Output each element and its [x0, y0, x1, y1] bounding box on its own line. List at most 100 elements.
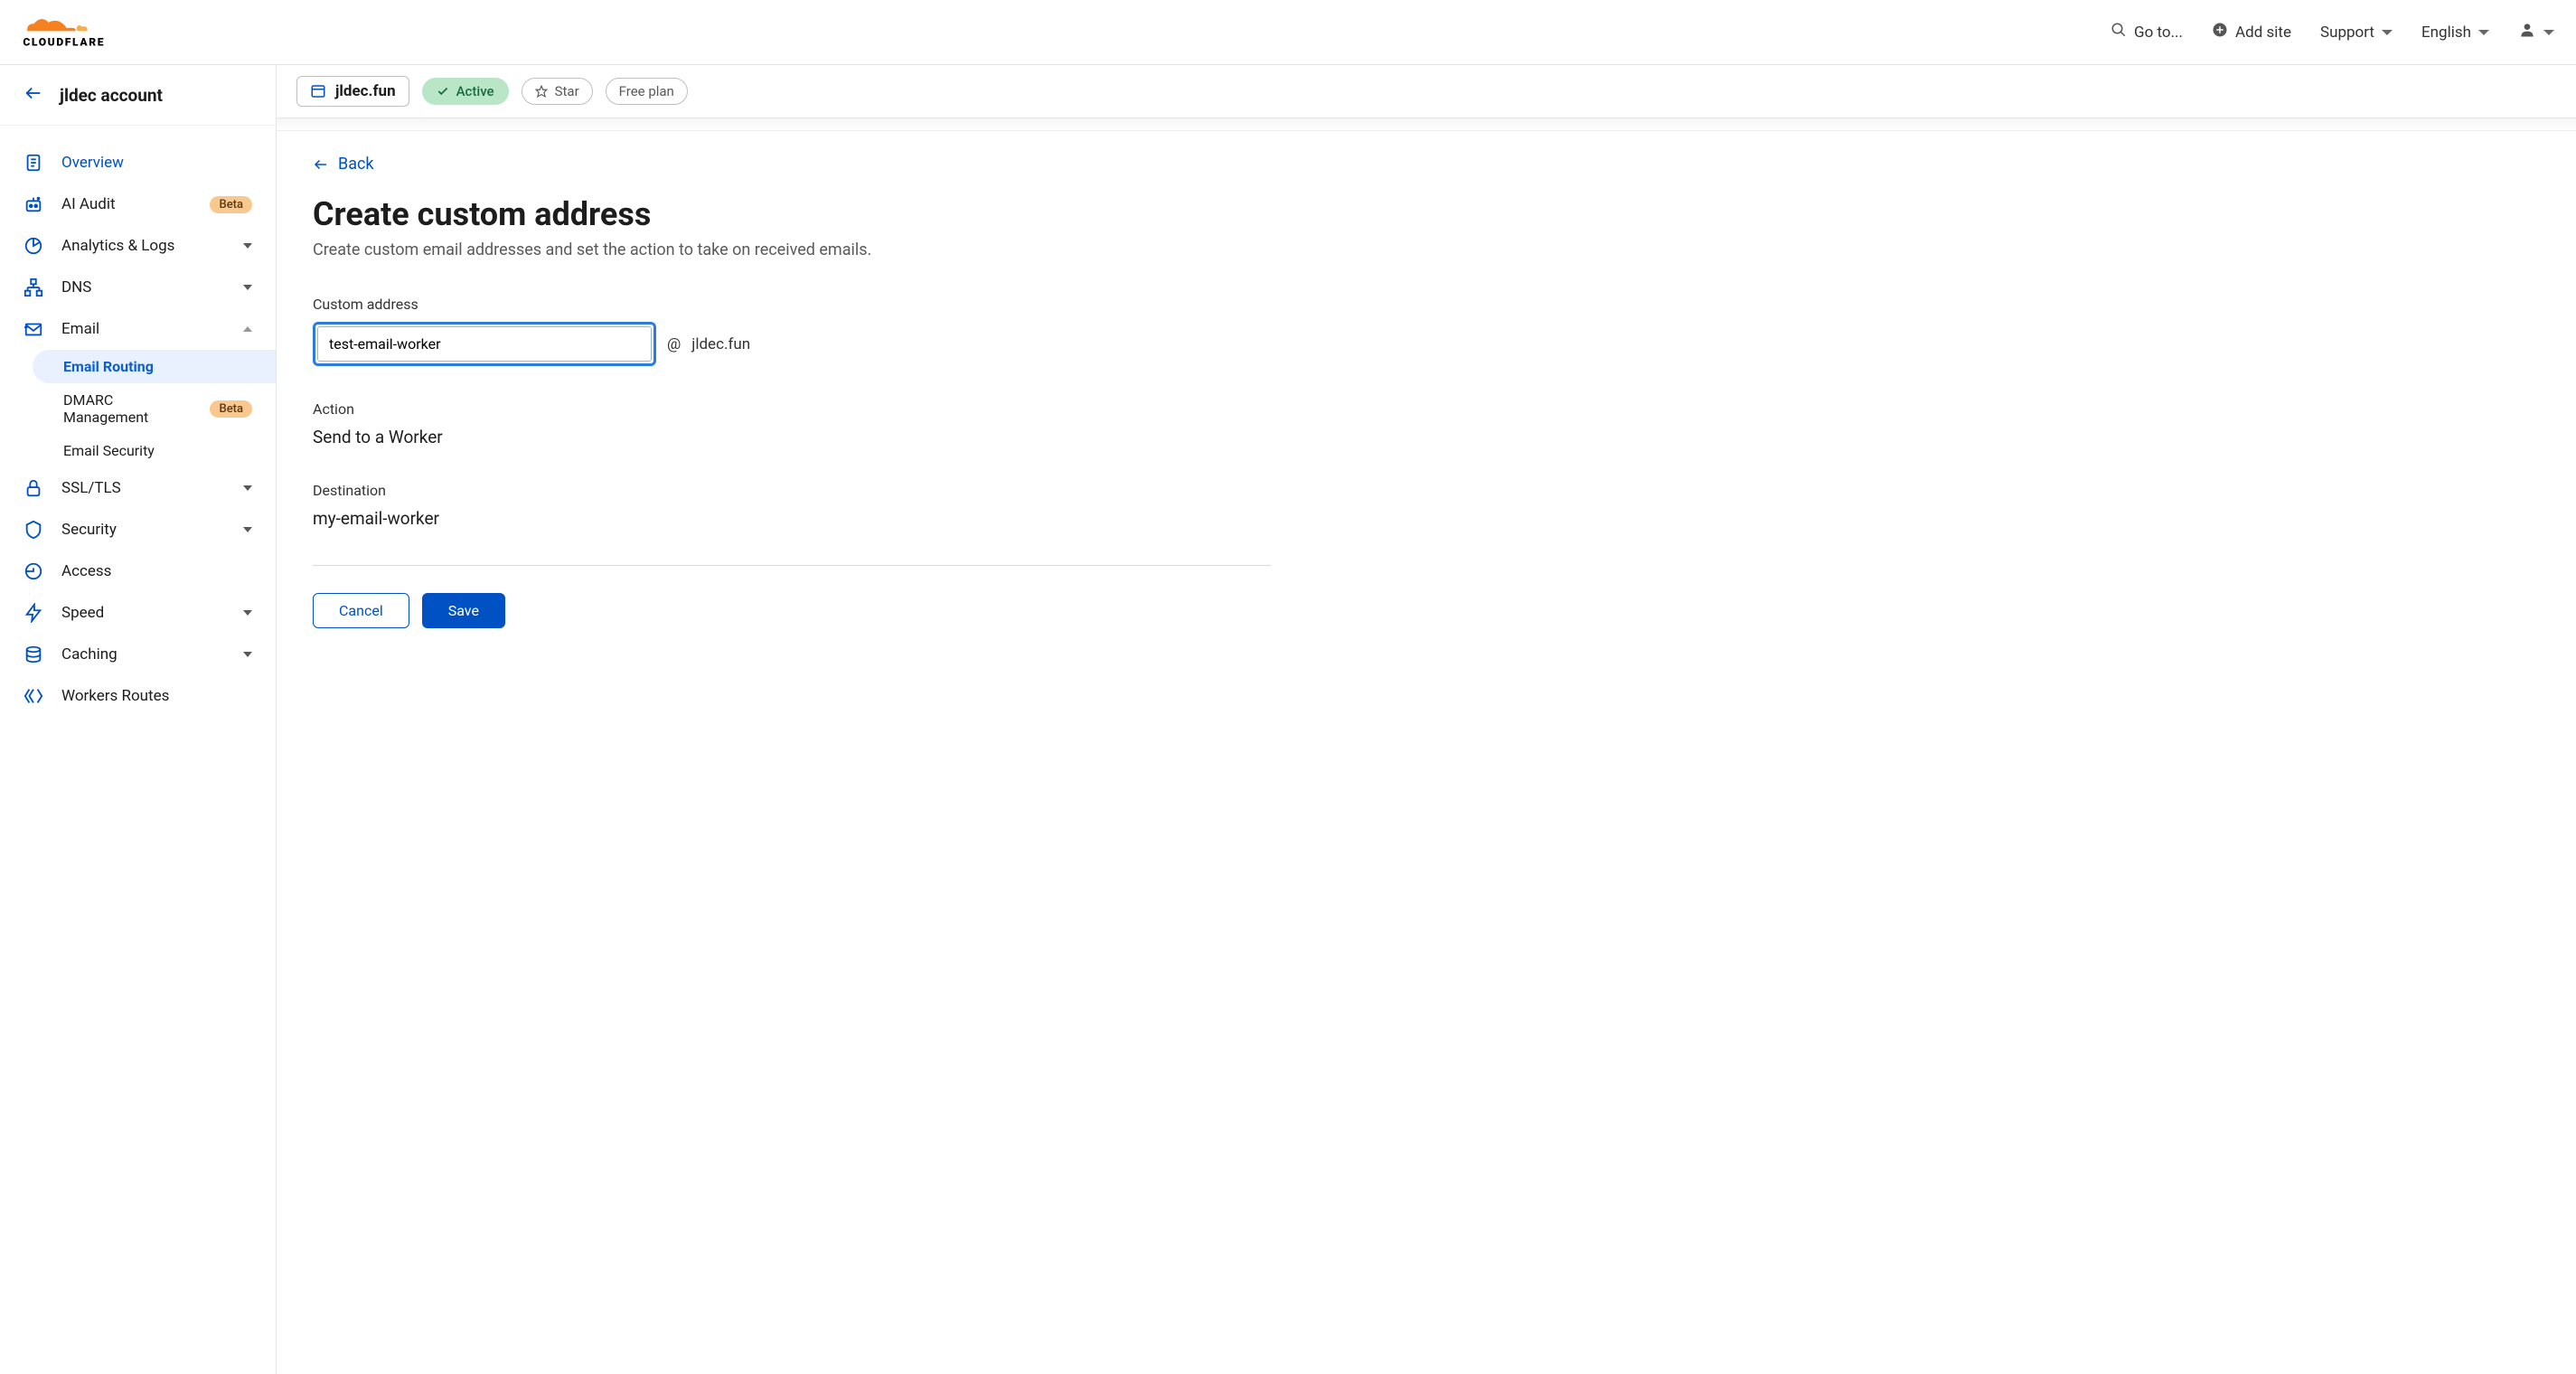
domain-bar: jldec.fun Active Star Free plan	[277, 65, 2576, 118]
plus-circle-icon	[2212, 22, 2228, 42]
chevron-down-icon	[243, 285, 252, 290]
sidebar-item-label: DNS	[61, 278, 225, 296]
shadow-strip	[277, 118, 2576, 131]
chevron-up-icon	[243, 326, 252, 332]
sidebar-item-ai-audit[interactable]: AI Audit Beta	[0, 184, 276, 225]
star-button[interactable]: Star	[522, 78, 593, 105]
star-label: Star	[555, 83, 579, 99]
sidebar-item-dmarc[interactable]: DMARC Management Beta	[0, 383, 276, 434]
sidebar: jldec account Overview AI Audit Beta	[0, 65, 277, 1374]
domain-name: jldec.fun	[335, 82, 396, 100]
sidebar-item-label: Email Security	[63, 442, 155, 459]
sidebar-item-workers-routes[interactable]: Workers Routes	[0, 675, 276, 717]
sidebar-item-access[interactable]: Access	[0, 551, 276, 592]
sidebar-item-label: Speed	[61, 604, 225, 622]
sidebar-item-label: Overview	[61, 154, 252, 172]
field-label: Destination	[313, 482, 1271, 499]
search-icon	[2111, 22, 2127, 42]
goto-label: Go to...	[2134, 24, 2183, 42]
sidebar-item-label: Caching	[61, 645, 225, 663]
account-name: jldec account	[60, 85, 163, 106]
sidebar-item-email-security[interactable]: Email Security	[0, 434, 276, 467]
clipboard-icon	[24, 153, 43, 173]
sidebar-item-speed[interactable]: Speed	[0, 592, 276, 634]
check-icon	[437, 85, 449, 98]
robot-icon	[24, 194, 43, 214]
plan-badge[interactable]: Free plan	[606, 78, 688, 105]
workers-icon	[24, 686, 43, 706]
sidebar-item-label: Email Routing	[63, 358, 154, 375]
page-title: Create custom address	[313, 195, 1271, 233]
page-description: Create custom email addresses and set th…	[313, 240, 1271, 259]
plan-label: Free plan	[619, 83, 674, 99]
support-label: Support	[2320, 24, 2374, 42]
goto-search[interactable]: Go to...	[2111, 22, 2183, 42]
action-field: Action Send to a Worker	[313, 400, 1271, 447]
chevron-down-icon	[243, 527, 252, 532]
sidebar-item-label: SSL/TLS	[61, 479, 225, 497]
add-site-label: Add site	[2235, 24, 2291, 42]
user-icon	[2518, 21, 2536, 43]
domain-suffix: jldec.fun	[691, 335, 750, 353]
at-sign: @	[667, 335, 681, 353]
sidebar-item-analytics[interactable]: Analytics & Logs	[0, 225, 276, 267]
divider	[313, 565, 1271, 566]
back-link[interactable]: Back	[313, 155, 374, 174]
access-icon	[24, 561, 43, 581]
top-header: CLOUDFLARE Go to... Add site Support Eng…	[0, 0, 2576, 65]
page-content: Back Create custom address Create custom…	[277, 131, 1307, 652]
cancel-button[interactable]: Cancel	[313, 593, 409, 628]
sidebar-item-label: Analytics & Logs	[61, 237, 225, 255]
network-icon	[24, 278, 43, 297]
domain-selector[interactable]: jldec.fun	[296, 76, 409, 107]
star-icon	[535, 85, 548, 98]
sidebar-item-overview[interactable]: Overview	[0, 142, 276, 184]
sidebar-item-ssl[interactable]: SSL/TLS	[0, 467, 276, 509]
support-dropdown[interactable]: Support	[2320, 24, 2393, 42]
status-label: Active	[456, 83, 494, 99]
bolt-icon	[24, 603, 43, 623]
account-selector[interactable]: jldec account	[0, 65, 276, 126]
field-label: Custom address	[313, 296, 1271, 313]
custom-address-field: Custom address @ jldec.fun	[313, 296, 1271, 366]
sidebar-item-label: Email	[61, 320, 225, 338]
chevron-down-icon	[243, 652, 252, 657]
status-badge: Active	[422, 78, 509, 105]
svg-text:CLOUDFLARE: CLOUDFLARE	[23, 35, 105, 48]
sidebar-item-dns[interactable]: DNS	[0, 267, 276, 308]
database-icon	[24, 645, 43, 664]
chart-icon	[24, 236, 43, 256]
user-menu[interactable]	[2518, 21, 2554, 43]
destination-field: Destination my-email-worker	[313, 482, 1271, 529]
custom-address-input-wrap	[313, 322, 656, 366]
button-row: Cancel Save	[313, 593, 1271, 628]
sidebar-item-label: DMARC Management	[63, 391, 199, 426]
beta-badge: Beta	[210, 400, 252, 418]
sidebar-item-label: Workers Routes	[61, 687, 252, 705]
arrow-left-icon	[24, 83, 43, 107]
sidebar-item-caching[interactable]: Caching	[0, 634, 276, 675]
top-nav: Go to... Add site Support English	[2111, 21, 2554, 43]
field-label: Action	[313, 400, 1271, 418]
main-content: jldec.fun Active Star Free plan Back Cre…	[277, 65, 2576, 1374]
chevron-down-icon	[243, 610, 252, 616]
destination-value: my-email-worker	[313, 508, 1271, 529]
language-dropdown[interactable]: English	[2421, 24, 2489, 42]
custom-address-input[interactable]	[317, 326, 652, 362]
sidebar-item-email[interactable]: Email	[0, 308, 276, 350]
beta-badge: Beta	[210, 196, 252, 213]
chevron-down-icon	[2543, 30, 2554, 35]
cloudflare-logo[interactable]: CLOUDFLARE	[22, 14, 148, 52]
add-site-button[interactable]: Add site	[2212, 22, 2291, 42]
save-button[interactable]: Save	[422, 593, 505, 628]
chevron-down-icon	[2382, 30, 2393, 35]
sidebar-item-label: AI Audit	[61, 195, 192, 213]
action-value: Send to a Worker	[313, 427, 1271, 447]
chevron-down-icon	[243, 485, 252, 491]
language-label: English	[2421, 24, 2471, 42]
sidebar-item-security[interactable]: Security	[0, 509, 276, 551]
sidebar-item-email-routing[interactable]: Email Routing	[33, 350, 276, 383]
back-label: Back	[338, 155, 374, 174]
lock-icon	[24, 478, 43, 498]
shield-icon	[24, 520, 43, 540]
